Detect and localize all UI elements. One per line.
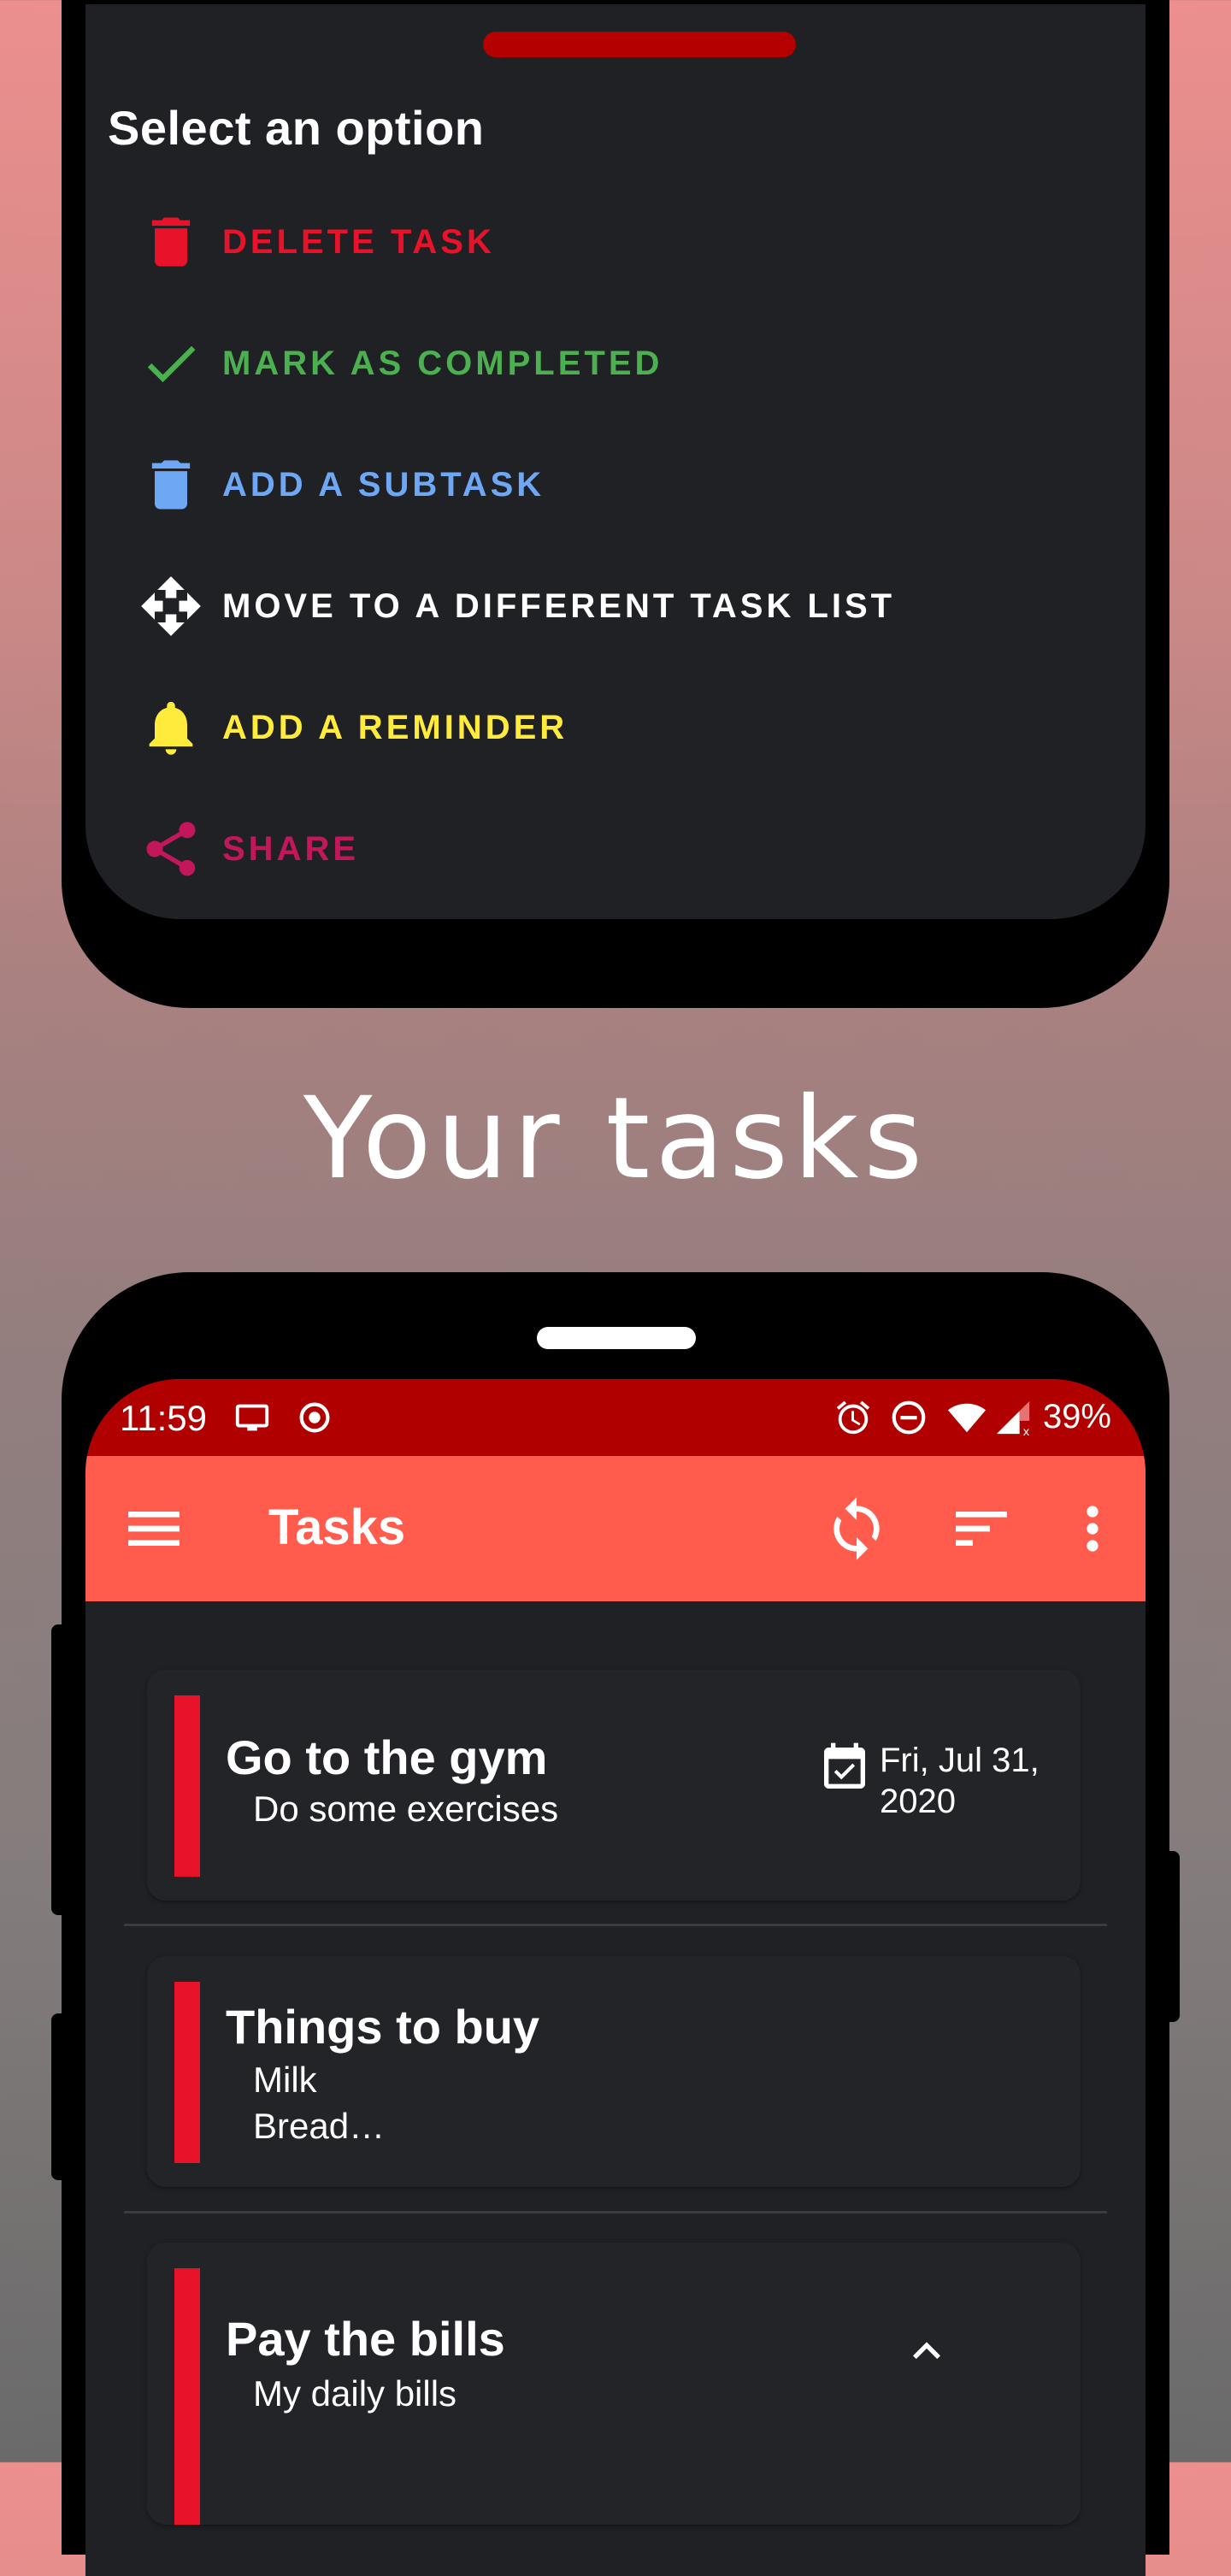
task-description: Milk Bread… bbox=[253, 2057, 385, 2149]
option-label: SHARE bbox=[222, 830, 360, 868]
more-options-icon[interactable] bbox=[1058, 1494, 1127, 1563]
task-title: Pay the bills bbox=[226, 2312, 505, 2366]
option-share[interactable]: SHARE bbox=[85, 798, 1146, 900]
option-add-reminder[interactable]: ADD A REMINDER bbox=[85, 676, 1146, 779]
task-title: Go to the gym bbox=[226, 1730, 548, 1784]
option-mark-completed[interactable]: MARK AS COMPLETED bbox=[85, 312, 1146, 415]
sort-icon[interactable] bbox=[947, 1494, 1016, 1563]
task-card[interactable]: Pay the bills My daily bills bbox=[147, 2243, 1081, 2525]
do-not-disturb-icon bbox=[892, 1400, 926, 1435]
headline: Your tasks bbox=[303, 1073, 928, 1205]
option-label: ADD A SUBTASK bbox=[222, 466, 545, 504]
drag-handle[interactable] bbox=[483, 32, 796, 57]
option-move-task-list[interactable]: MOVE TO A DIFFERENT TASK LIST bbox=[85, 555, 1146, 657]
trash-icon bbox=[151, 217, 191, 267]
wifi-icon bbox=[947, 1403, 987, 1433]
trash-icon bbox=[151, 460, 191, 510]
cast-screen-icon bbox=[235, 1404, 269, 1431]
task-card[interactable]: Things to buy Milk Bread… bbox=[147, 1956, 1081, 2187]
task-priority-marker bbox=[174, 1695, 200, 1877]
phone-speaker bbox=[537, 1327, 696, 1349]
task-description: My daily bills bbox=[253, 2373, 457, 2414]
task-divider bbox=[124, 2211, 1107, 2213]
phone-screen: 11:59 x 39% Tasks Go to the gym Do some … bbox=[85, 1379, 1146, 2576]
task-description: Do some exercises bbox=[253, 1789, 559, 1829]
option-label: ADD A REMINDER bbox=[222, 709, 568, 746]
task-priority-marker bbox=[174, 2268, 200, 2525]
task-priority-marker bbox=[174, 1982, 200, 2163]
options-bottom-sheet: Select an option DELETE TASK MARK AS COM… bbox=[85, 4, 1146, 919]
option-label: MARK AS COMPLETED bbox=[222, 345, 663, 382]
svg-text:x: x bbox=[1023, 1426, 1030, 1437]
menu-icon[interactable] bbox=[120, 1494, 188, 1563]
task-card[interactable]: Go to the gym Do some exercises Fri, Jul… bbox=[147, 1670, 1081, 1901]
signal-icon: x bbox=[996, 1400, 1030, 1437]
alarm-icon bbox=[836, 1400, 870, 1435]
record-icon bbox=[299, 1402, 330, 1433]
due-date-line: 2020 bbox=[880, 1783, 956, 1820]
option-delete-task[interactable]: DELETE TASK bbox=[85, 191, 1146, 293]
move-icon bbox=[141, 576, 201, 636]
task-divider bbox=[124, 1924, 1107, 1926]
due-date-line: Fri, Jul 31, bbox=[880, 1742, 1040, 1779]
sync-icon[interactable] bbox=[822, 1494, 891, 1563]
task-due-date: Fri, Jul 31, 2020 bbox=[880, 1740, 1040, 1822]
toolbar-title: Tasks bbox=[268, 1500, 406, 1555]
status-time: 11:59 bbox=[120, 1398, 207, 1438]
share-icon bbox=[146, 822, 196, 876]
task-title: Things to buy bbox=[226, 2000, 540, 2054]
battery-percent: 39% bbox=[1042, 1398, 1111, 1435]
sheet-title: Select an option bbox=[108, 101, 485, 155]
description-line: Milk bbox=[253, 2060, 317, 2100]
option-label: MOVE TO A DIFFERENT TASK LIST bbox=[222, 587, 896, 625]
option-add-subtask[interactable]: ADD A SUBTASK bbox=[85, 433, 1146, 536]
check-icon bbox=[147, 345, 196, 383]
bell-icon bbox=[149, 701, 193, 755]
option-label: DELETE TASK bbox=[222, 223, 495, 261]
status-bar: 11:59 x 39% bbox=[85, 1379, 1146, 1456]
calendar-check-icon bbox=[824, 1742, 865, 1789]
chevron-up-icon[interactable] bbox=[899, 2324, 954, 2379]
phone-frame-top: Select an option DELETE TASK MARK AS COM… bbox=[62, 0, 1169, 1008]
app-toolbar: Tasks bbox=[85, 1456, 1146, 1601]
phone-frame-bottom: 11:59 x 39% Tasks Go to the gym Do some … bbox=[62, 1272, 1169, 2576]
description-line: Bread… bbox=[253, 2106, 386, 2146]
